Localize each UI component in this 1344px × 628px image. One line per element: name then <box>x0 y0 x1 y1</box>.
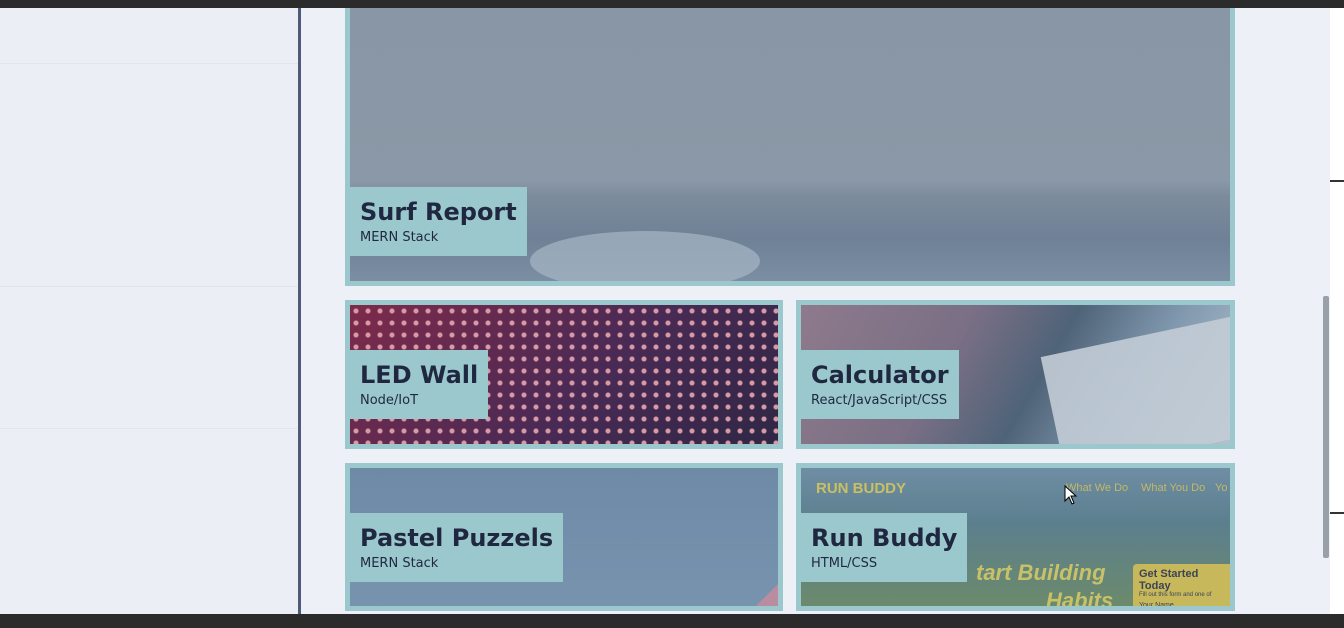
project-title[interactable]: Pastel Puzzels <box>360 523 553 553</box>
wave-shape <box>530 231 760 281</box>
faded-divider <box>0 428 298 429</box>
mouse-cursor-icon <box>1064 484 1078 509</box>
run-buddy-hero-text: tart Building <box>976 560 1106 585</box>
project-card-calculator[interactable]: Calculator React/JavaScript/CSS <box>796 300 1235 449</box>
gutter-marker <box>1330 180 1344 182</box>
run-buddy-hero-text: Habits <box>1046 588 1114 611</box>
run-buddy-cta-box: Get Started Today Fill out this form and… <box>1133 564 1230 609</box>
cta-text: Fill out this form and one of <box>1139 592 1212 598</box>
cta-title: Get Started Today <box>1139 568 1199 592</box>
project-label: LED Wall Node/IoT <box>350 350 489 419</box>
project-card-surf-report[interactable]: Surf Report MERN Stack <box>345 8 1235 286</box>
project-title[interactable]: Run Buddy <box>811 523 957 553</box>
browser-bottom-bar <box>0 614 1344 628</box>
gutter-marker <box>1330 512 1344 514</box>
project-label: Surf Report MERN Stack <box>350 187 527 256</box>
project-label: Pastel Puzzels MERN Stack <box>350 513 564 582</box>
project-label: Run Buddy HTML/CSS <box>801 513 968 582</box>
left-panel <box>0 8 298 614</box>
project-tech: MERN Stack <box>360 556 439 571</box>
run-buddy-nav-item: What You Do <box>1141 482 1206 494</box>
run-buddy-logo: RUN BUDDY <box>816 480 906 497</box>
project-tech: MERN Stack <box>360 230 439 245</box>
project-tech: HTML/CSS <box>811 556 878 571</box>
scrollbar-thumb[interactable] <box>1323 296 1329 558</box>
page-viewport: Surf Report MERN Stack LED Wall Node/IoT… <box>0 8 1330 614</box>
project-title[interactable]: Surf Report <box>360 197 517 227</box>
cta-field: Your Name <box>1139 602 1174 609</box>
browser-top-bar <box>0 0 1344 8</box>
scrollbar-track[interactable] <box>1330 8 1344 614</box>
faded-divider <box>0 63 298 64</box>
run-buddy-nav-item: Yo <box>1215 482 1228 494</box>
project-card-led-wall[interactable]: LED Wall Node/IoT <box>345 300 783 449</box>
vertical-divider <box>298 8 301 614</box>
project-tech: Node/IoT <box>360 393 419 408</box>
project-label: Calculator React/JavaScript/CSS <box>801 350 959 419</box>
project-title[interactable]: Calculator <box>811 360 949 390</box>
project-card-run-buddy[interactable]: RUN BUDDY What We Do What You Do Yo tart… <box>796 463 1235 611</box>
faded-divider <box>0 286 298 287</box>
project-tech: React/JavaScript/CSS <box>811 393 948 408</box>
corner-decoration <box>756 584 778 606</box>
project-title[interactable]: LED Wall <box>360 360 478 390</box>
project-card-pastel-puzzels[interactable]: Pastel Puzzels MERN Stack <box>345 463 783 611</box>
